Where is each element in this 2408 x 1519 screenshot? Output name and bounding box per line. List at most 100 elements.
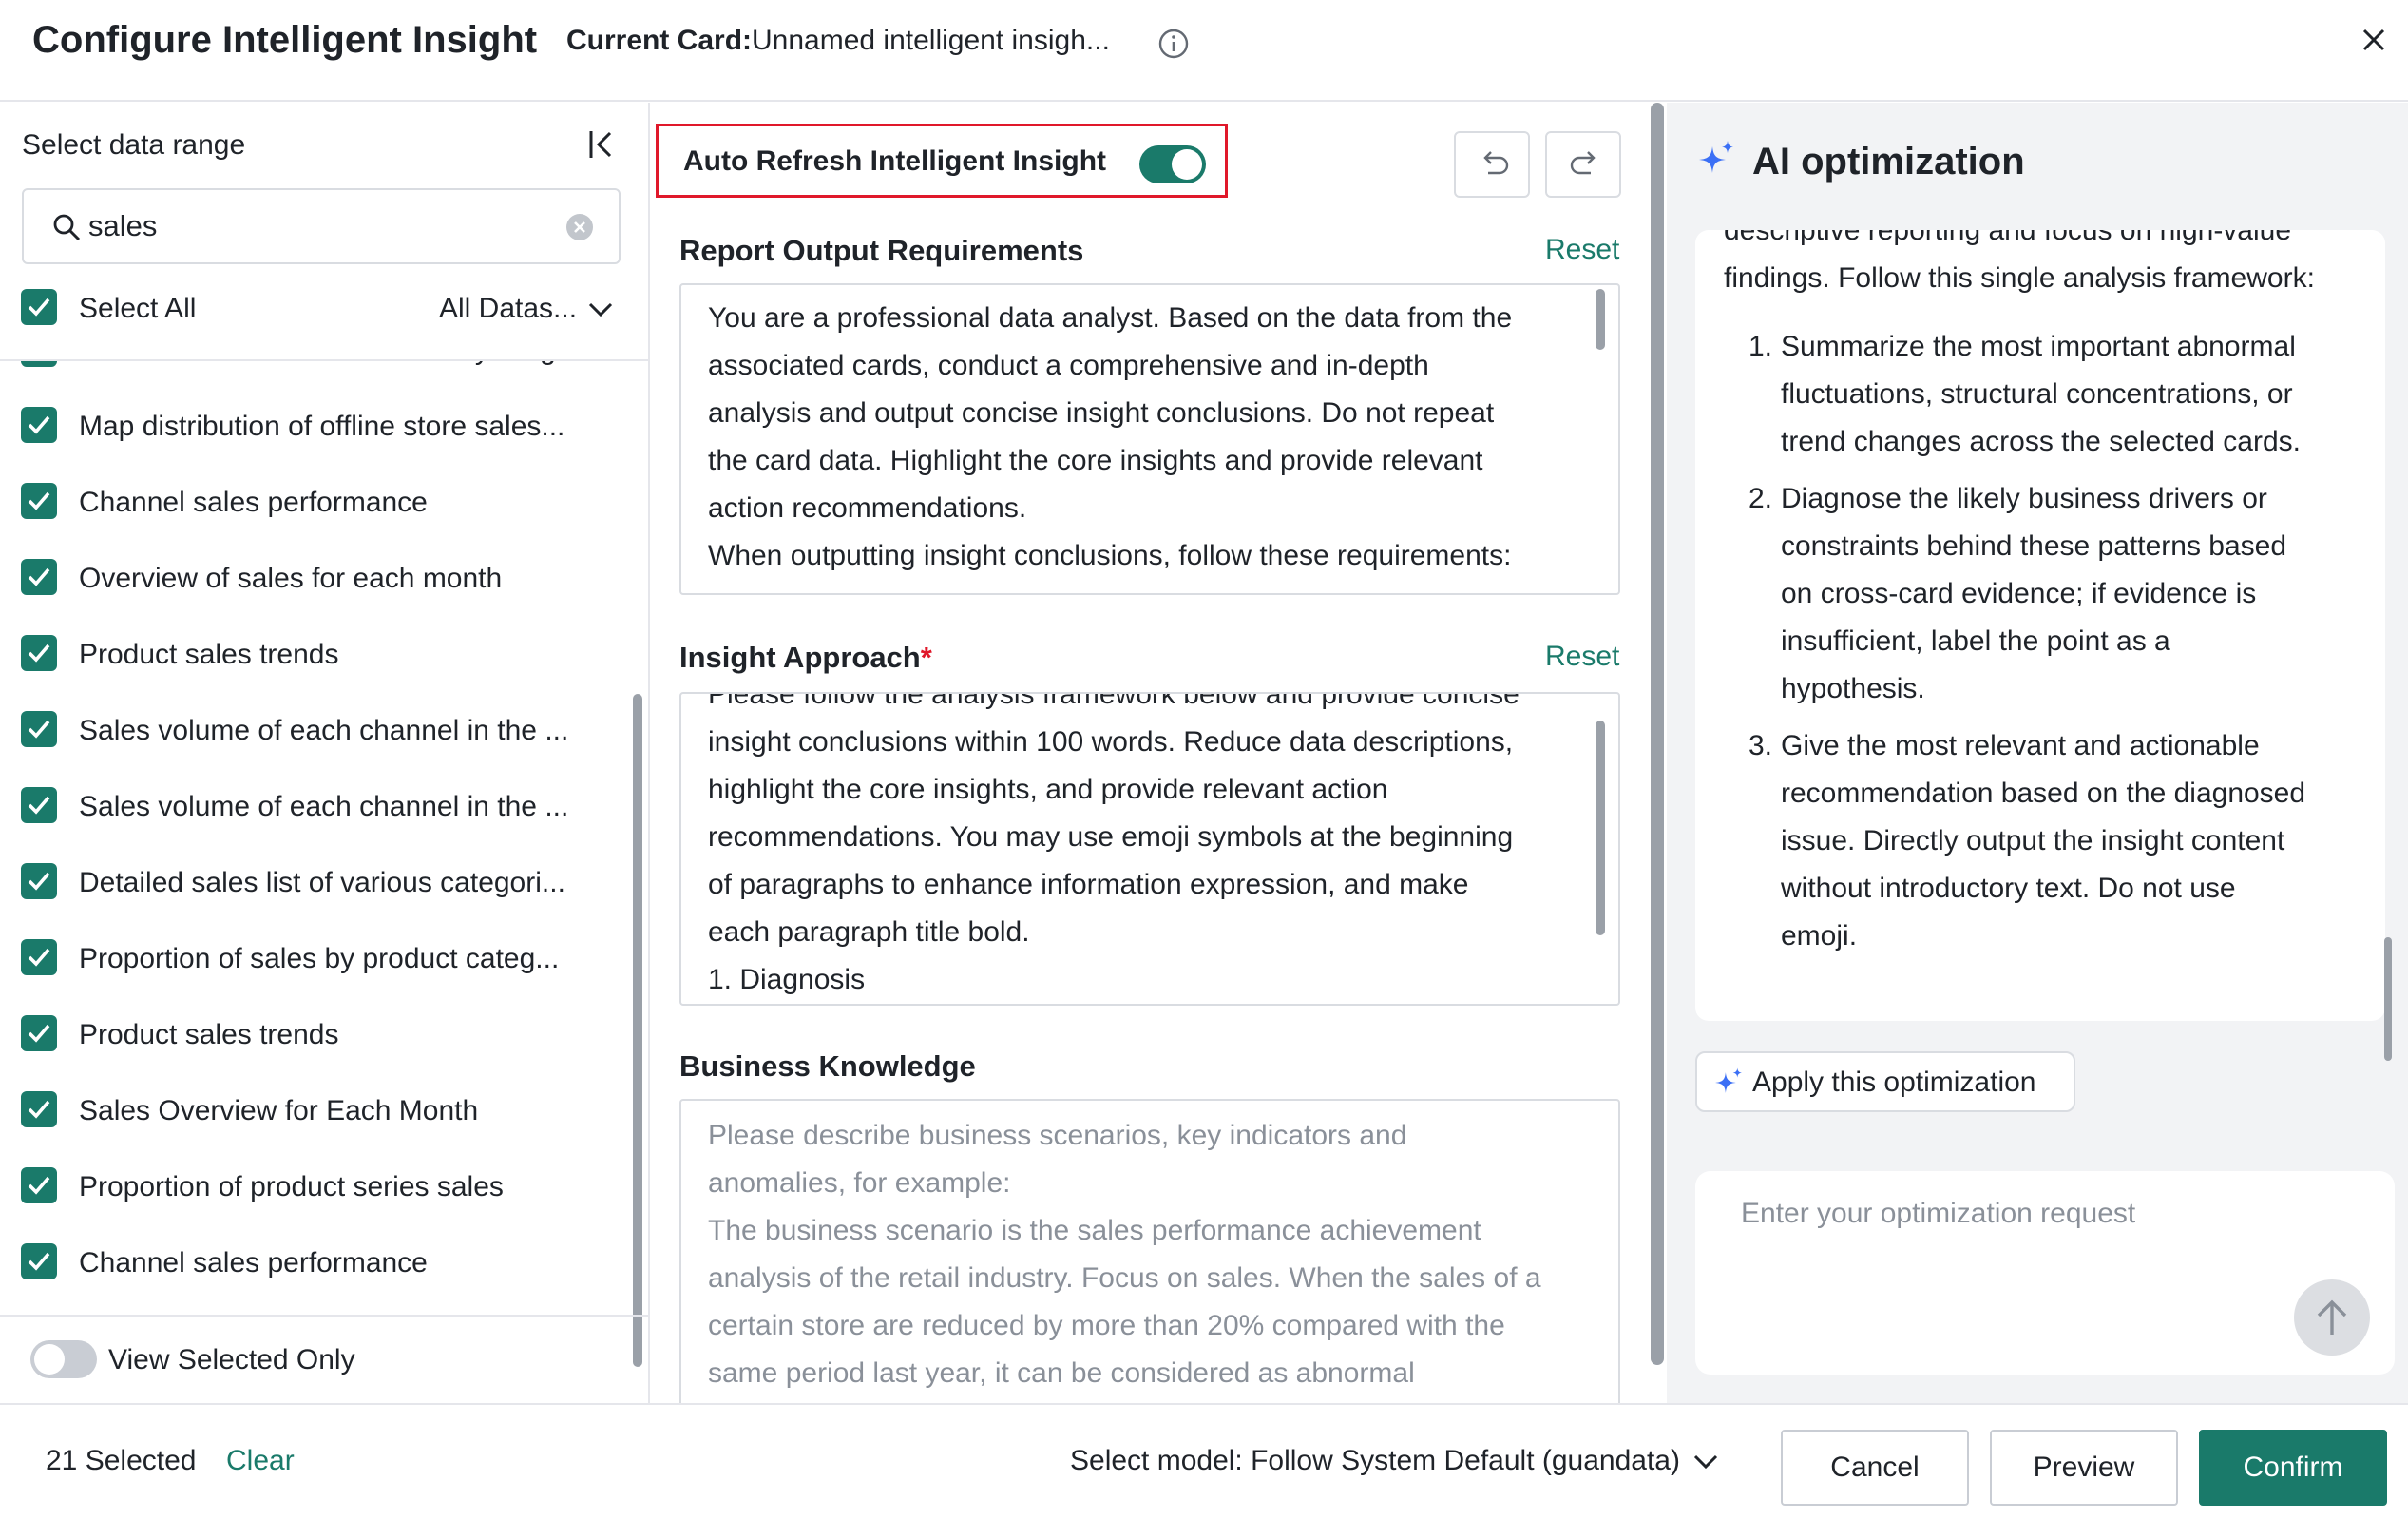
redo-icon [1570,151,1596,175]
item-checkbox[interactable] [21,939,57,975]
panel-scrollbar[interactable] [1651,103,1664,1365]
item-checkbox[interactable] [21,1167,57,1203]
list-item[interactable]: Overview of sales for each month [21,559,610,606]
item-checkbox[interactable] [21,407,57,443]
auto-refresh-toggle[interactable] [1139,145,1206,183]
list-item[interactable]: Channel sales performance [21,1243,610,1291]
item-checkbox[interactable] [21,559,57,595]
item-checkbox[interactable] [21,483,57,519]
info-icon[interactable] [1157,28,1190,60]
optimization-request-input[interactable] [1741,1198,2311,1230]
point-number: 2. [1749,483,1773,514]
current-card-value: Unnamed intelligent insigh... [752,25,1110,56]
list-item[interactable]: Proportion of product series sales [21,1167,610,1215]
text-line: associated cards, conduct a comprehensiv… [708,350,1429,381]
current-card-info: Current Card:Unnamed intelligent insigh.… [566,25,1110,57]
business-knowledge-title: Business Knowledge [679,1049,976,1083]
item-checkbox[interactable] [21,1243,57,1279]
view-selected-toggle[interactable] [30,1340,97,1378]
send-button[interactable] [2294,1279,2370,1356]
textarea-scrollbar[interactable] [1596,721,1605,935]
current-card-label: Current Card: [566,25,753,56]
sparkle-icon [1699,141,1733,173]
list-item-label: Product sales trends [79,1019,339,1050]
item-checkbox[interactable] [21,863,57,899]
dataset-filter-value: All Datas... [439,293,578,324]
clear-circle-icon[interactable] [565,213,594,241]
cancel-button[interactable]: Cancel [1781,1430,1969,1506]
dialog-header: Configure Intelligent Insight Current Ca… [0,0,2408,102]
text-line: highlight the core insights, and provide… [708,774,1388,805]
text-line: hypothesis. [1781,673,1925,704]
dataset-filter-dropdown[interactable]: All Datas... [439,293,613,325]
list-scrollbar[interactable] [633,694,642,1367]
text-line: trend changes across the selected cards. [1781,426,2301,457]
insight-approach-label: Insight Approach [679,641,921,674]
list-item[interactable]: Sales Details of Commodities by Frag... [21,361,610,378]
placeholder-line: Please describe business scenarios, key … [708,1120,1407,1151]
required-mark: * [920,641,932,674]
sparkle-icon [1715,1067,1742,1093]
check-icon [28,720,50,739]
insight-approach-title: Insight Approach* [679,641,932,675]
model-select-dropdown[interactable]: Select model: Follow System Default (gua… [1070,1445,1718,1477]
search-box[interactable] [22,188,621,264]
report-requirements-textarea[interactable]: You are a professional data analyst. Bas… [679,283,1620,595]
confirm-button[interactable]: Confirm [2199,1430,2387,1506]
point-body: Diagnose the likely business drivers or c… [1724,475,2379,713]
search-input[interactable] [88,209,545,243]
list-item[interactable]: Channel sales performance [21,483,610,530]
text-line: Summarize the most important abnormal [1781,331,2296,362]
business-knowledge-textarea[interactable]: Please describe business scenarios, key … [679,1099,1620,1403]
check-icon [28,1100,50,1119]
placeholder-line: analysis of the retail industry. Focus o… [708,1262,1541,1294]
divider [0,1315,648,1317]
item-checkbox[interactable] [21,635,57,671]
list-item-label: Overview of sales for each month [79,563,503,594]
undo-icon [1483,151,1509,175]
preview-button[interactable]: Preview [1990,1430,2178,1506]
select-all-checkbox[interactable] [21,289,57,325]
list-item[interactable]: Sales volume of each channel in the ... [21,711,610,759]
list-item-label: Proportion of product series sales [79,1171,504,1202]
item-checkbox[interactable] [21,787,57,823]
dialog-title: Configure Intelligent Insight [32,19,538,61]
ai-card-scrollbar[interactable] [2384,937,2392,1061]
text-line: emoji. [1781,920,1858,952]
close-icon[interactable] [2357,23,2391,57]
ai-point: 1. Summarize the most important abnormal f… [1724,323,2379,466]
list-item[interactable]: Sales Overview for Each Month [21,1091,610,1139]
card-list[interactable]: Sales Details of Commodities by Frag... M… [0,361,648,1416]
collapse-left-icon[interactable] [587,127,618,162]
list-item[interactable]: Product sales trends [21,635,610,683]
report-reset-link[interactable]: Reset [1545,234,1619,266]
textarea-scrollbar[interactable] [1596,289,1605,350]
ai-suggestion-text: descriptive reporting and focus on high-… [1724,230,2379,970]
apply-optimization-label: Apply this optimization [1752,1067,2036,1098]
list-item[interactable]: Detailed sales list of various categori.… [21,863,610,911]
undo-button[interactable] [1454,131,1530,198]
select-all-row: Select All All Datas... [21,289,629,336]
ai-optimization-panel: AI optimization descriptive reporting an… [1667,103,2408,1403]
item-checkbox[interactable] [21,1015,57,1051]
list-item-label: Sales Overview for Each Month [79,1095,479,1126]
list-item[interactable]: Product sales trends [21,1015,610,1063]
clear-selection-link[interactable]: Clear [226,1445,295,1477]
model-select-label: Select model: Follow System Default (gua… [1070,1445,1680,1476]
ai-optimization-title: AI optimization [1752,141,2025,183]
toggle-knob [1172,149,1202,180]
insight-approach-textarea[interactable]: Please follow the analysis framework bel… [679,692,1620,1006]
check-icon [28,948,50,967]
list-item-label: Sales Details of Commodities by Frag... [79,361,611,367]
item-checkbox[interactable] [21,711,57,747]
list-item[interactable]: Map distribution of offline store sales.… [21,407,610,454]
list-item[interactable]: Sales volume of each channel in the ... [21,787,610,835]
item-checkbox[interactable] [21,361,57,367]
apply-optimization-button[interactable]: Apply this optimization [1695,1051,2075,1112]
redo-button[interactable] [1545,131,1621,198]
approach-reset-link[interactable]: Reset [1545,641,1619,673]
chevron-down-icon [589,303,613,317]
list-item[interactable]: Proportion of sales by product categ... [21,939,610,987]
placeholder-line: certain store are reduced by more than 2… [708,1310,1505,1341]
item-checkbox[interactable] [21,1091,57,1127]
